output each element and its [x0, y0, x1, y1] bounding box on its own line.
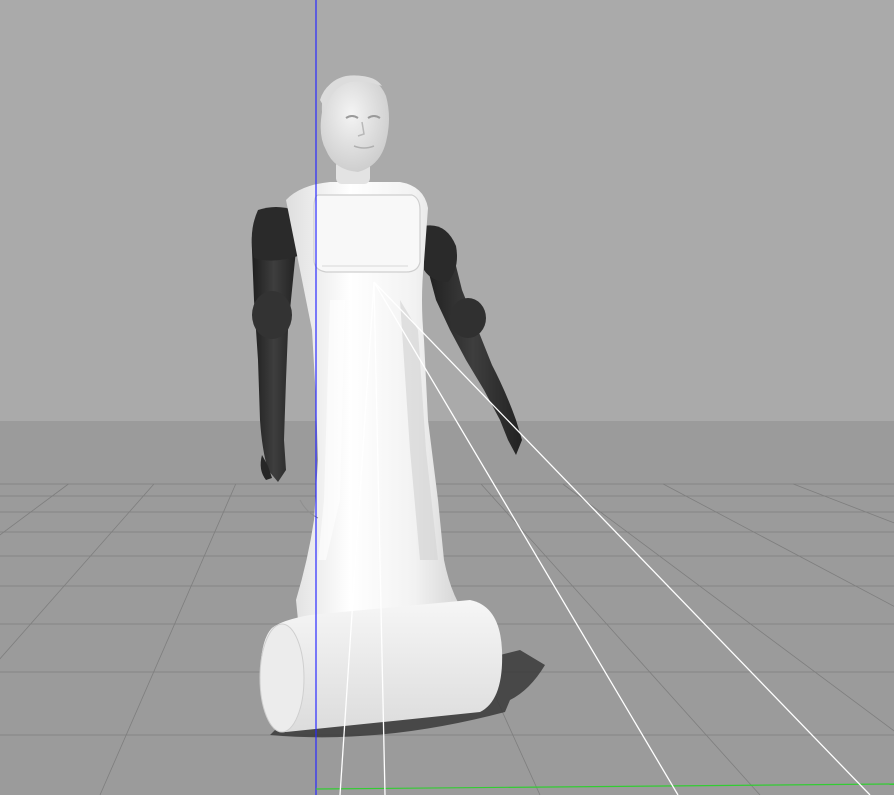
scene-3d[interactable]: [0, 0, 894, 795]
robot-head[interactable]: [320, 75, 389, 172]
chest-panel[interactable]: [313, 194, 421, 273]
simulation-viewport[interactable]: [0, 0, 894, 795]
